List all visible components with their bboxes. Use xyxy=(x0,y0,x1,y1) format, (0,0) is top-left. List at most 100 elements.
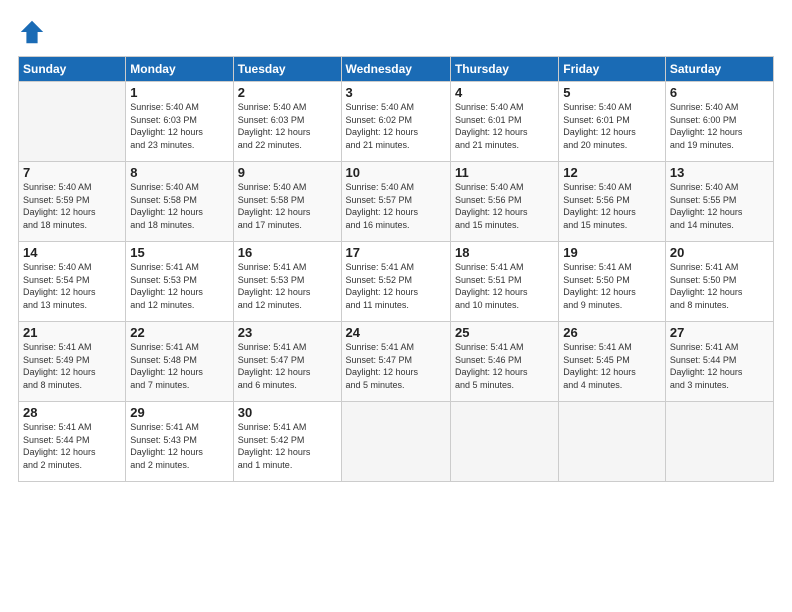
calendar-cell: 6Sunrise: 5:40 AM Sunset: 6:00 PM Daylig… xyxy=(665,82,773,162)
day-number: 6 xyxy=(670,85,769,100)
calendar-cell: 2Sunrise: 5:40 AM Sunset: 6:03 PM Daylig… xyxy=(233,82,341,162)
calendar-cell xyxy=(19,82,126,162)
day-number: 7 xyxy=(23,165,121,180)
calendar-cell: 18Sunrise: 5:41 AM Sunset: 5:51 PM Dayli… xyxy=(450,242,558,322)
day-info: Sunrise: 5:40 AM Sunset: 6:03 PM Dayligh… xyxy=(130,101,228,151)
calendar-cell: 25Sunrise: 5:41 AM Sunset: 5:46 PM Dayli… xyxy=(450,322,558,402)
calendar-cell: 19Sunrise: 5:41 AM Sunset: 5:50 PM Dayli… xyxy=(559,242,666,322)
day-number: 3 xyxy=(346,85,446,100)
calendar-cell xyxy=(341,402,450,482)
day-number: 21 xyxy=(23,325,121,340)
logo-icon xyxy=(18,18,46,46)
calendar-week-2: 7Sunrise: 5:40 AM Sunset: 5:59 PM Daylig… xyxy=(19,162,774,242)
calendar-week-3: 14Sunrise: 5:40 AM Sunset: 5:54 PM Dayli… xyxy=(19,242,774,322)
day-number: 16 xyxy=(238,245,337,260)
day-number: 2 xyxy=(238,85,337,100)
day-info: Sunrise: 5:40 AM Sunset: 6:00 PM Dayligh… xyxy=(670,101,769,151)
day-number: 25 xyxy=(455,325,554,340)
day-number: 24 xyxy=(346,325,446,340)
calendar-cell xyxy=(450,402,558,482)
header-cell-wednesday: Wednesday xyxy=(341,57,450,82)
day-number: 5 xyxy=(563,85,661,100)
calendar-cell: 22Sunrise: 5:41 AM Sunset: 5:48 PM Dayli… xyxy=(126,322,233,402)
calendar-cell: 9Sunrise: 5:40 AM Sunset: 5:58 PM Daylig… xyxy=(233,162,341,242)
day-number: 20 xyxy=(670,245,769,260)
page: SundayMondayTuesdayWednesdayThursdayFrid… xyxy=(0,0,792,612)
day-number: 22 xyxy=(130,325,228,340)
day-number: 30 xyxy=(238,405,337,420)
day-number: 9 xyxy=(238,165,337,180)
calendar-cell: 21Sunrise: 5:41 AM Sunset: 5:49 PM Dayli… xyxy=(19,322,126,402)
header xyxy=(18,18,774,46)
calendar-cell: 16Sunrise: 5:41 AM Sunset: 5:53 PM Dayli… xyxy=(233,242,341,322)
day-number: 10 xyxy=(346,165,446,180)
calendar-cell: 14Sunrise: 5:40 AM Sunset: 5:54 PM Dayli… xyxy=(19,242,126,322)
day-info: Sunrise: 5:41 AM Sunset: 5:50 PM Dayligh… xyxy=(563,261,661,311)
calendar-cell: 15Sunrise: 5:41 AM Sunset: 5:53 PM Dayli… xyxy=(126,242,233,322)
header-cell-saturday: Saturday xyxy=(665,57,773,82)
calendar-cell: 27Sunrise: 5:41 AM Sunset: 5:44 PM Dayli… xyxy=(665,322,773,402)
calendar-table: SundayMondayTuesdayWednesdayThursdayFrid… xyxy=(18,56,774,482)
day-info: Sunrise: 5:41 AM Sunset: 5:53 PM Dayligh… xyxy=(130,261,228,311)
day-info: Sunrise: 5:40 AM Sunset: 5:56 PM Dayligh… xyxy=(455,181,554,231)
calendar-cell: 4Sunrise: 5:40 AM Sunset: 6:01 PM Daylig… xyxy=(450,82,558,162)
header-cell-tuesday: Tuesday xyxy=(233,57,341,82)
day-info: Sunrise: 5:40 AM Sunset: 5:57 PM Dayligh… xyxy=(346,181,446,231)
calendar-cell: 7Sunrise: 5:40 AM Sunset: 5:59 PM Daylig… xyxy=(19,162,126,242)
day-number: 12 xyxy=(563,165,661,180)
day-info: Sunrise: 5:41 AM Sunset: 5:46 PM Dayligh… xyxy=(455,341,554,391)
day-info: Sunrise: 5:40 AM Sunset: 6:02 PM Dayligh… xyxy=(346,101,446,151)
day-number: 23 xyxy=(238,325,337,340)
day-number: 27 xyxy=(670,325,769,340)
day-number: 14 xyxy=(23,245,121,260)
day-info: Sunrise: 5:40 AM Sunset: 6:01 PM Dayligh… xyxy=(455,101,554,151)
calendar-header-row: SundayMondayTuesdayWednesdayThursdayFrid… xyxy=(19,57,774,82)
calendar-cell: 3Sunrise: 5:40 AM Sunset: 6:02 PM Daylig… xyxy=(341,82,450,162)
calendar-cell: 30Sunrise: 5:41 AM Sunset: 5:42 PM Dayli… xyxy=(233,402,341,482)
calendar-cell: 8Sunrise: 5:40 AM Sunset: 5:58 PM Daylig… xyxy=(126,162,233,242)
day-info: Sunrise: 5:41 AM Sunset: 5:50 PM Dayligh… xyxy=(670,261,769,311)
day-info: Sunrise: 5:40 AM Sunset: 5:54 PM Dayligh… xyxy=(23,261,121,311)
calendar-cell: 13Sunrise: 5:40 AM Sunset: 5:55 PM Dayli… xyxy=(665,162,773,242)
day-info: Sunrise: 5:41 AM Sunset: 5:48 PM Dayligh… xyxy=(130,341,228,391)
header-cell-thursday: Thursday xyxy=(450,57,558,82)
header-cell-sunday: Sunday xyxy=(19,57,126,82)
calendar-cell: 20Sunrise: 5:41 AM Sunset: 5:50 PM Dayli… xyxy=(665,242,773,322)
calendar-cell: 28Sunrise: 5:41 AM Sunset: 5:44 PM Dayli… xyxy=(19,402,126,482)
day-info: Sunrise: 5:40 AM Sunset: 5:56 PM Dayligh… xyxy=(563,181,661,231)
calendar-cell: 24Sunrise: 5:41 AM Sunset: 5:47 PM Dayli… xyxy=(341,322,450,402)
day-info: Sunrise: 5:41 AM Sunset: 5:52 PM Dayligh… xyxy=(346,261,446,311)
day-info: Sunrise: 5:41 AM Sunset: 5:51 PM Dayligh… xyxy=(455,261,554,311)
day-number: 28 xyxy=(23,405,121,420)
day-info: Sunrise: 5:41 AM Sunset: 5:44 PM Dayligh… xyxy=(670,341,769,391)
day-number: 19 xyxy=(563,245,661,260)
day-number: 1 xyxy=(130,85,228,100)
day-info: Sunrise: 5:41 AM Sunset: 5:42 PM Dayligh… xyxy=(238,421,337,471)
calendar-cell: 5Sunrise: 5:40 AM Sunset: 6:01 PM Daylig… xyxy=(559,82,666,162)
day-info: Sunrise: 5:40 AM Sunset: 6:03 PM Dayligh… xyxy=(238,101,337,151)
header-cell-friday: Friday xyxy=(559,57,666,82)
day-info: Sunrise: 5:41 AM Sunset: 5:43 PM Dayligh… xyxy=(130,421,228,471)
calendar-cell: 11Sunrise: 5:40 AM Sunset: 5:56 PM Dayli… xyxy=(450,162,558,242)
day-info: Sunrise: 5:41 AM Sunset: 5:53 PM Dayligh… xyxy=(238,261,337,311)
day-info: Sunrise: 5:40 AM Sunset: 5:58 PM Dayligh… xyxy=(130,181,228,231)
calendar-cell: 10Sunrise: 5:40 AM Sunset: 5:57 PM Dayli… xyxy=(341,162,450,242)
day-number: 15 xyxy=(130,245,228,260)
day-info: Sunrise: 5:40 AM Sunset: 5:59 PM Dayligh… xyxy=(23,181,121,231)
day-info: Sunrise: 5:40 AM Sunset: 5:58 PM Dayligh… xyxy=(238,181,337,231)
calendar-cell: 26Sunrise: 5:41 AM Sunset: 5:45 PM Dayli… xyxy=(559,322,666,402)
calendar-cell: 1Sunrise: 5:40 AM Sunset: 6:03 PM Daylig… xyxy=(126,82,233,162)
day-info: Sunrise: 5:41 AM Sunset: 5:49 PM Dayligh… xyxy=(23,341,121,391)
logo xyxy=(18,18,50,46)
day-number: 29 xyxy=(130,405,228,420)
calendar-cell: 12Sunrise: 5:40 AM Sunset: 5:56 PM Dayli… xyxy=(559,162,666,242)
calendar-cell: 23Sunrise: 5:41 AM Sunset: 5:47 PM Dayli… xyxy=(233,322,341,402)
calendar-cell xyxy=(559,402,666,482)
day-number: 8 xyxy=(130,165,228,180)
day-number: 11 xyxy=(455,165,554,180)
day-info: Sunrise: 5:40 AM Sunset: 5:55 PM Dayligh… xyxy=(670,181,769,231)
calendar-cell: 17Sunrise: 5:41 AM Sunset: 5:52 PM Dayli… xyxy=(341,242,450,322)
calendar-cell: 29Sunrise: 5:41 AM Sunset: 5:43 PM Dayli… xyxy=(126,402,233,482)
day-info: Sunrise: 5:40 AM Sunset: 6:01 PM Dayligh… xyxy=(563,101,661,151)
day-info: Sunrise: 5:41 AM Sunset: 5:45 PM Dayligh… xyxy=(563,341,661,391)
